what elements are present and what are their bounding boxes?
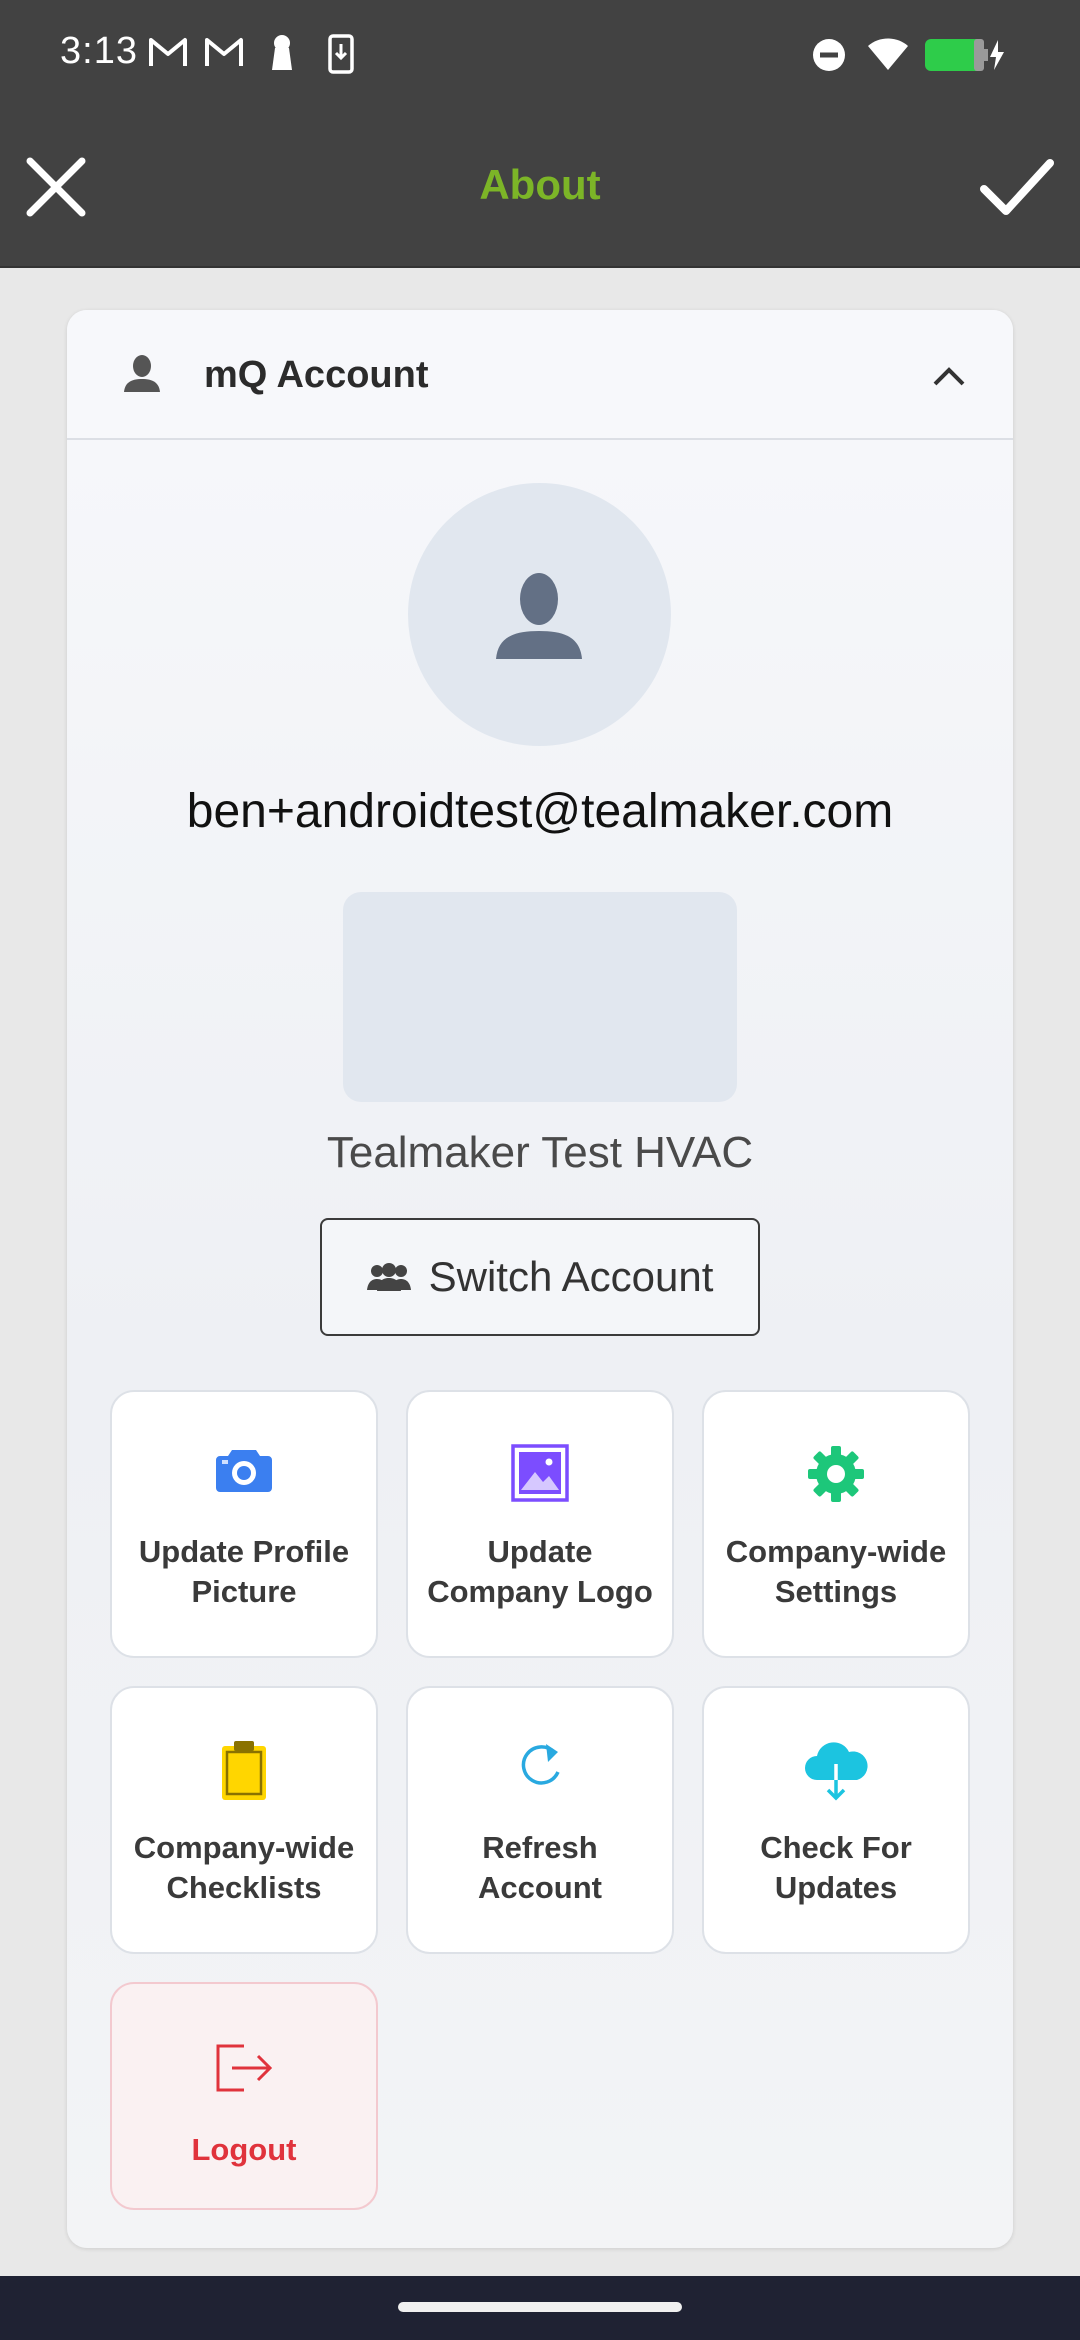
tile-label-line1: Refresh	[482, 1830, 598, 1865]
user-icon	[124, 355, 160, 392]
camera-icon	[216, 1450, 272, 1492]
tile-label-line2: Picture	[191, 1574, 297, 1609]
chevron-up-icon[interactable]	[929, 358, 969, 392]
page-title: About	[479, 161, 601, 208]
user-silhouette-icon	[496, 573, 582, 659]
tile-label-line1: Check For	[760, 1830, 912, 1865]
refresh-account-button[interactable]: Refresh Account	[406, 1686, 674, 1954]
navigation-bar	[0, 2276, 1080, 2340]
users-icon	[366, 1263, 411, 1291]
status-time: 3:13	[60, 30, 138, 72]
clipboard-icon	[222, 1741, 266, 1800]
switch-account-button[interactable]: Switch Account	[320, 1218, 760, 1336]
tile-label-line1: Company-wide	[725, 1534, 947, 1569]
tile-label-line2: Settings	[774, 1574, 898, 1609]
account-email: ben+androidtest@tealmaker.com	[186, 785, 894, 838]
wifi-icon	[868, 38, 908, 70]
image-icon	[511, 1444, 569, 1502]
tile-label-line1: Company-wide	[133, 1830, 355, 1865]
logout-button[interactable]: Logout	[110, 1982, 378, 2210]
refresh-icon	[521, 1744, 560, 1785]
company-logo-placeholder	[343, 892, 737, 1102]
gmail-icon-2	[205, 38, 243, 66]
switch-account-label: Switch Account	[428, 1253, 714, 1300]
company-wide-settings-button[interactable]: Company-wide Settings	[702, 1390, 970, 1658]
home-indicator[interactable]	[398, 2302, 682, 2312]
tile-label-line1: Update	[487, 1534, 593, 1569]
company-wide-checklists-button[interactable]: Company-wide Checklists	[110, 1686, 378, 1954]
screen: 3:13 About mQ Account ben+androidtest@te…	[0, 0, 1080, 2340]
tile-label-line1: Update Profile	[138, 1534, 350, 1569]
update-profile-picture-button[interactable]: Update Profile Picture	[110, 1390, 378, 1658]
battery-charging-icon	[925, 39, 1004, 71]
account-section-header[interactable]: mQ Account	[67, 310, 1013, 440]
app-bar: About	[0, 105, 1080, 268]
phone-download-icon	[328, 34, 354, 74]
tile-label-line2: Checklists	[166, 1870, 322, 1905]
cloud-download-icon	[805, 1742, 868, 1801]
do-not-disturb-icon	[813, 39, 845, 71]
tile-label-line2: Updates	[774, 1870, 898, 1905]
update-company-logo-button[interactable]: Update Company Logo	[406, 1390, 674, 1658]
section-title: mQ Account	[204, 354, 429, 396]
check-for-updates-button[interactable]: Check For Updates	[702, 1686, 970, 1954]
avatar	[408, 483, 671, 746]
status-bar: 3:13	[0, 0, 1080, 105]
tile-label-line2: Account	[478, 1870, 602, 1905]
account-card: mQ Account ben+androidtest@tealmaker.com…	[67, 310, 1013, 2248]
gmail-icon	[149, 38, 187, 66]
company-name: Tealmaker Test HVAC	[326, 1128, 754, 1177]
check-icon[interactable]	[978, 149, 1054, 225]
tile-label-line2: Company Logo	[427, 1574, 653, 1609]
keyhole-icon	[272, 35, 292, 70]
gear-icon	[808, 1446, 864, 1502]
logout-icon	[216, 2044, 273, 2092]
logout-label: Logout	[191, 2132, 297, 2167]
